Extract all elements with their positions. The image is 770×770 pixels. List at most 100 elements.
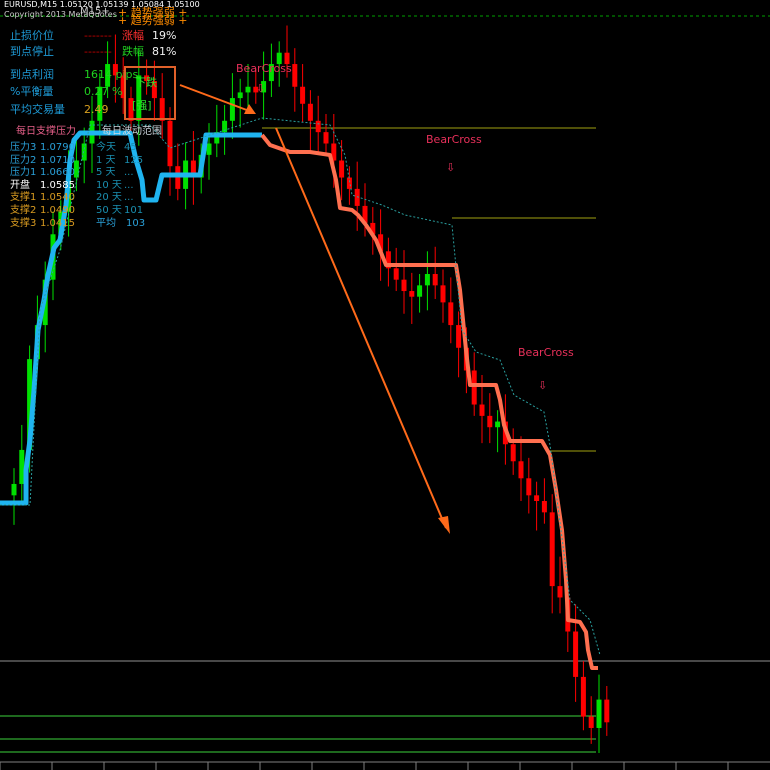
candle-body (401, 279, 407, 292)
candle-body (229, 98, 235, 121)
candle-body (573, 631, 579, 677)
stop-loss-label: 止损价位 (10, 29, 54, 42)
range-label: 10 天 (96, 179, 122, 191)
range-label: 1 天 (96, 154, 116, 166)
level-label: 开盘 (10, 179, 30, 191)
candle-body (315, 120, 321, 133)
range-label: 20 天 (96, 192, 122, 204)
level-label: 压力2 (10, 154, 37, 166)
level-value: 1.0490 (40, 205, 75, 216)
range-value: 45 (124, 142, 137, 153)
profit-label: 到点利润 (10, 68, 54, 81)
signal-strength: [强] (132, 99, 152, 112)
rise-label: 涨幅 (122, 29, 144, 42)
range-value: 125 (124, 154, 144, 166)
candle-body (604, 699, 610, 723)
candle-body (495, 421, 501, 428)
candle-body (432, 274, 438, 286)
candle-body (557, 586, 563, 598)
target-dash: ------- (84, 45, 112, 58)
candle-body (237, 92, 243, 99)
range-label: 5 天 (96, 167, 116, 179)
level-label: 压力1 (10, 167, 37, 179)
daily-range-label: 每日波动范围 (102, 126, 162, 137)
candle-body (167, 120, 173, 167)
candle-body (424, 274, 430, 286)
trend-arrow-head (438, 516, 450, 534)
candle-body (81, 143, 87, 161)
range-label: 今天 (96, 142, 116, 153)
candle-body (339, 160, 345, 178)
level-label: 支撑1 (10, 192, 37, 204)
fall-value: 81% (152, 45, 177, 58)
target-label: 到点停止 (10, 45, 54, 58)
candle-body (588, 716, 594, 728)
avg-range-value: 103 (126, 218, 146, 229)
candle-body (596, 699, 602, 728)
candle-body (448, 302, 454, 326)
level-value: 1.0585 (40, 179, 75, 191)
candle-body (393, 268, 399, 280)
bearcross-label-3: BearCross (518, 346, 574, 359)
candle-body (479, 404, 485, 416)
candle-body (354, 188, 360, 206)
level-value: 1.0790 (40, 142, 75, 153)
candle-body (541, 500, 547, 513)
bearcross-arrow-icon-2: ⇩ (446, 161, 456, 174)
candle-body (11, 483, 17, 496)
level-label: 压力3 (10, 142, 37, 153)
candle-body (292, 64, 298, 87)
candle-body (518, 461, 524, 479)
trend-arrow-line (275, 127, 447, 529)
candle-body (300, 86, 306, 104)
candle-body (307, 103, 313, 121)
chart-area[interactable]: EURUSD,M15 1.05120 1.05139 1.05084 1.051… (0, 0, 770, 770)
level-value: 1.0540 (40, 192, 75, 204)
level-value: 1.0415 (40, 217, 75, 229)
balance-value: 0.27 % (84, 85, 123, 98)
bearcross-label-1: BearCross (236, 62, 292, 75)
bearcross-label-2: BearCross (426, 133, 482, 146)
candle-body (526, 478, 532, 496)
signal-arrow-line (179, 84, 253, 113)
trend-m15: M15+ (80, 6, 110, 17)
candle-body (206, 143, 212, 155)
candle-body (549, 512, 555, 587)
candle-body (417, 285, 423, 297)
range-value: ... (124, 192, 134, 204)
candle-body (456, 325, 462, 348)
rise-value: 19% (152, 29, 177, 42)
range-value: ... (124, 167, 134, 179)
candle-body (580, 676, 586, 717)
level-value: 1.0660 (40, 167, 75, 179)
candle-body (510, 444, 516, 462)
envelope-line (0, 117, 601, 656)
range-value: 101 (124, 205, 144, 216)
candle-body (440, 285, 446, 303)
avg-volume-value: 2.49 (84, 103, 109, 116)
range-label: 50 天 (96, 205, 122, 216)
level-value: 1.0710 (40, 154, 75, 166)
candle-body (346, 177, 352, 189)
level-label: 支撑3 (10, 217, 37, 229)
candle-body (471, 370, 477, 405)
stop-loss-dash: ------- (84, 29, 112, 42)
candle-body (487, 415, 493, 428)
candle-body (409, 291, 415, 297)
price-chart (0, 15, 770, 770)
candle-body (175, 166, 181, 189)
fall-label: 跌幅 (122, 45, 144, 58)
bearcross-arrow-icon-1: ⇩ (256, 82, 266, 95)
candle-body (534, 495, 540, 501)
range-value: ... (124, 179, 134, 191)
avg-volume-label: 平均交易量 (10, 103, 65, 116)
balance-label: %平衡量 (10, 85, 54, 98)
level-label: 支撑2 (10, 205, 37, 216)
candle-body (323, 132, 329, 144)
trend-title-2: + 趋势强弱 + (118, 14, 188, 27)
avg-range-label: 平均 (96, 218, 116, 229)
candle-body (245, 86, 251, 93)
bearcross-arrow-icon-3: ⇩ (538, 379, 548, 392)
daily-sr-label: 每日支撑压力 (16, 126, 76, 137)
signal-direction: 下跌 (135, 76, 157, 89)
